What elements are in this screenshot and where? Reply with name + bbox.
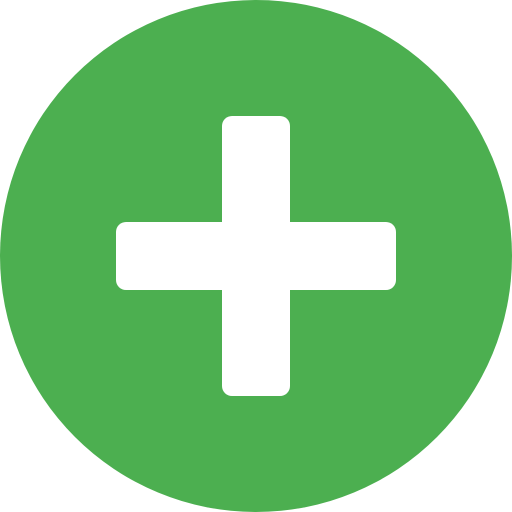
plus-horizontal-bar — [116, 222, 396, 290]
icon-canvas — [0, 0, 512, 512]
plus-circle-icon — [0, 0, 512, 512]
add-button[interactable] — [0, 0, 512, 512]
